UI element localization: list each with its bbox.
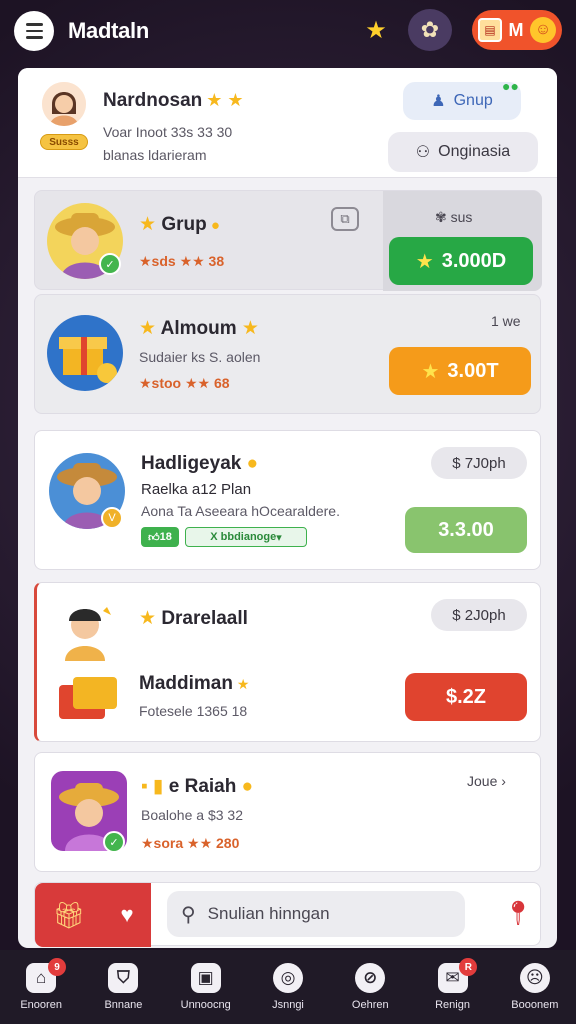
nav-item-shop[interactable]: ▣ Unnoocng [165,950,247,1024]
notification-badge: 9 [48,958,66,976]
card-subtitle-title: Maddiman ★ [139,673,250,694]
check-icon: ✓ [103,831,125,853]
card-side-label[interactable]: Joue › [467,773,506,789]
avatar[interactable] [42,82,86,126]
tag-dropdown[interactable]: X bbdianoge ▾ [185,527,307,547]
chevron-right-icon: › [497,773,506,789]
search-input[interactable]: ⚲ Snulian hinngan [167,891,465,937]
check-icon: ✓ [99,253,121,275]
list-item[interactable]: ★ Almoum ★ Sudaier ks S. aolen ★stoo ★★ … [34,294,541,414]
face-icon: ☹ [519,963,550,993]
profile-name: Nardnosan ★ ★ [103,90,244,111]
shop-icon: ▣ [190,963,221,993]
original-button[interactable]: ⚇ Onginasia [388,132,538,172]
nav-item-compass[interactable]: ⊘ Oehren [329,950,411,1024]
card-title: ★ Almoum ★ [139,318,259,339]
card-rating: ★sora ★★ 280 [141,835,240,851]
price-button[interactable]: 3.3.00 [405,507,527,553]
card-side-label: $ 7J0ph [431,447,527,479]
list-item[interactable]: ★ Drarelaall Maddiman ★ Fotesele 1365 18… [34,582,541,742]
coin-icon: ▤ [478,18,502,42]
card-subtitle: Fotesele 1365 18 [139,703,248,719]
search-icon: ⚲ [181,903,196,926]
search-row: 🎁︎ ♥ ⚲ Snulian hinngan 📍︎ [34,882,541,947]
nav-label: Jsnngi [272,999,304,1011]
nav-item-shield[interactable]: ⛉ Bnnane [82,950,164,1024]
nav-label: Bnnane [104,999,143,1011]
card-title: ★ Grup ● [139,214,220,235]
card-side-label: $ 2J0ph [431,599,527,631]
card-subtitle: Sudaier ks S. aolen [139,349,261,365]
target-icon: ◎ [272,963,303,993]
card-title: ★ Drarelaall [139,608,248,629]
compass-icon: ⊘ [355,963,386,993]
list-item[interactable]: ✓ ▪ ▮ e Raiah ● Boalohe a $3 32 ★sora ★★… [34,752,541,872]
nav-item-home[interactable]: ⌂ 9 Enooren [0,950,82,1024]
profile-badge: Susss [40,134,88,150]
card-subtitle: Boalohe a $3 32 [141,807,243,823]
star-icon[interactable]: ★ [362,16,390,44]
price-button[interactable]: ★ 3.00T [389,347,531,395]
smile-icon: ☺ [530,17,556,43]
nav-label: Booonem [511,999,559,1011]
thumbs-up-icon: 👍︎ [148,531,160,544]
tag-badge[interactable]: 👍︎ 18 [141,527,179,547]
card-description: Aona Ta Aseeara hOcearaldere. [141,503,340,519]
bottom-nav: ⌂ 9 Enooren ⛉ Bnnane ▣ Unnoocng ◎ Jsnngi… [0,950,576,1024]
card-rating: ★sds ★★ 38 [139,253,225,269]
chat-icon[interactable]: ⧉ [331,207,359,231]
gift-button[interactable]: 🎁︎ ♥ [35,883,151,947]
nav-label: Unnoocng [180,999,231,1011]
star-icon: ★ [415,250,434,273]
star-icon: ★ [421,360,440,383]
heart-icon: ♥ [120,902,134,927]
coin-icon: V [101,507,123,529]
nav-label: Renign [435,999,470,1011]
card-side-label: ✾ sus [435,209,473,225]
flower-icon: ✾ [435,209,451,225]
price-button[interactable]: $.2Z [405,673,527,721]
main-panel: Susss Nardnosan ★ ★ Voar Inoot 33s 33 30 … [18,68,557,948]
profile-line-2: blanas ldarieram [103,147,207,163]
list-item[interactable]: V Hadligeyak ● Raelka a12 Plan Aona Ta A… [34,430,541,570]
card-side-label: 1 we [491,313,521,329]
suitcase-image [55,671,123,723]
gift-box-image [47,315,123,391]
star-icon: ★ ★ [206,90,244,110]
card-rating: ★stoo ★★ 68 [139,375,230,391]
card-subtitle: Raelka a12 Plan [141,481,252,498]
notification-badge: R [459,958,478,976]
nav-item-face[interactable]: ☹ Booonem [494,950,576,1024]
pin-icon[interactable]: 📍︎ [503,899,533,928]
shield-icon: ⛉ [108,963,139,993]
coin-pill[interactable]: ▤ M ☺ [472,10,562,50]
app-title: Madtaln [68,18,150,43]
menu-button[interactable] [14,11,54,51]
people-icon: ⚇ [415,144,431,161]
nav-label: Oehren [351,999,389,1011]
card-title: ▪ ▮ e Raiah ● [141,776,254,797]
chevron-down-icon: ▾ [276,531,282,544]
flower-icon[interactable]: ✿ [408,9,452,51]
price-button[interactable]: ★ 3.000D [389,237,533,285]
list-item[interactable]: ✓ ★ Grup ● ★sds ★★ 38 ⧉ ✾ sus ★ 3.000D [34,190,542,291]
profile-header: Susss Nardnosan ★ ★ Voar Inoot 33s 33 30 … [18,68,557,178]
badge-icon: ●● [502,78,519,94]
card-title: Hadligeyak ● [141,453,259,474]
nav-item-target[interactable]: ◎ Jsnngi [247,950,329,1024]
avatar [55,597,119,661]
group-icon: ♟ [431,93,446,110]
profile-line-1: Voar Inoot 33s 33 30 [103,124,233,140]
gift-icon: 🎁︎ [52,899,86,930]
nav-label: Enooren [20,999,62,1011]
coin-label: M [508,19,524,40]
nav-item-mail[interactable]: ✉ R Renign [411,950,493,1024]
